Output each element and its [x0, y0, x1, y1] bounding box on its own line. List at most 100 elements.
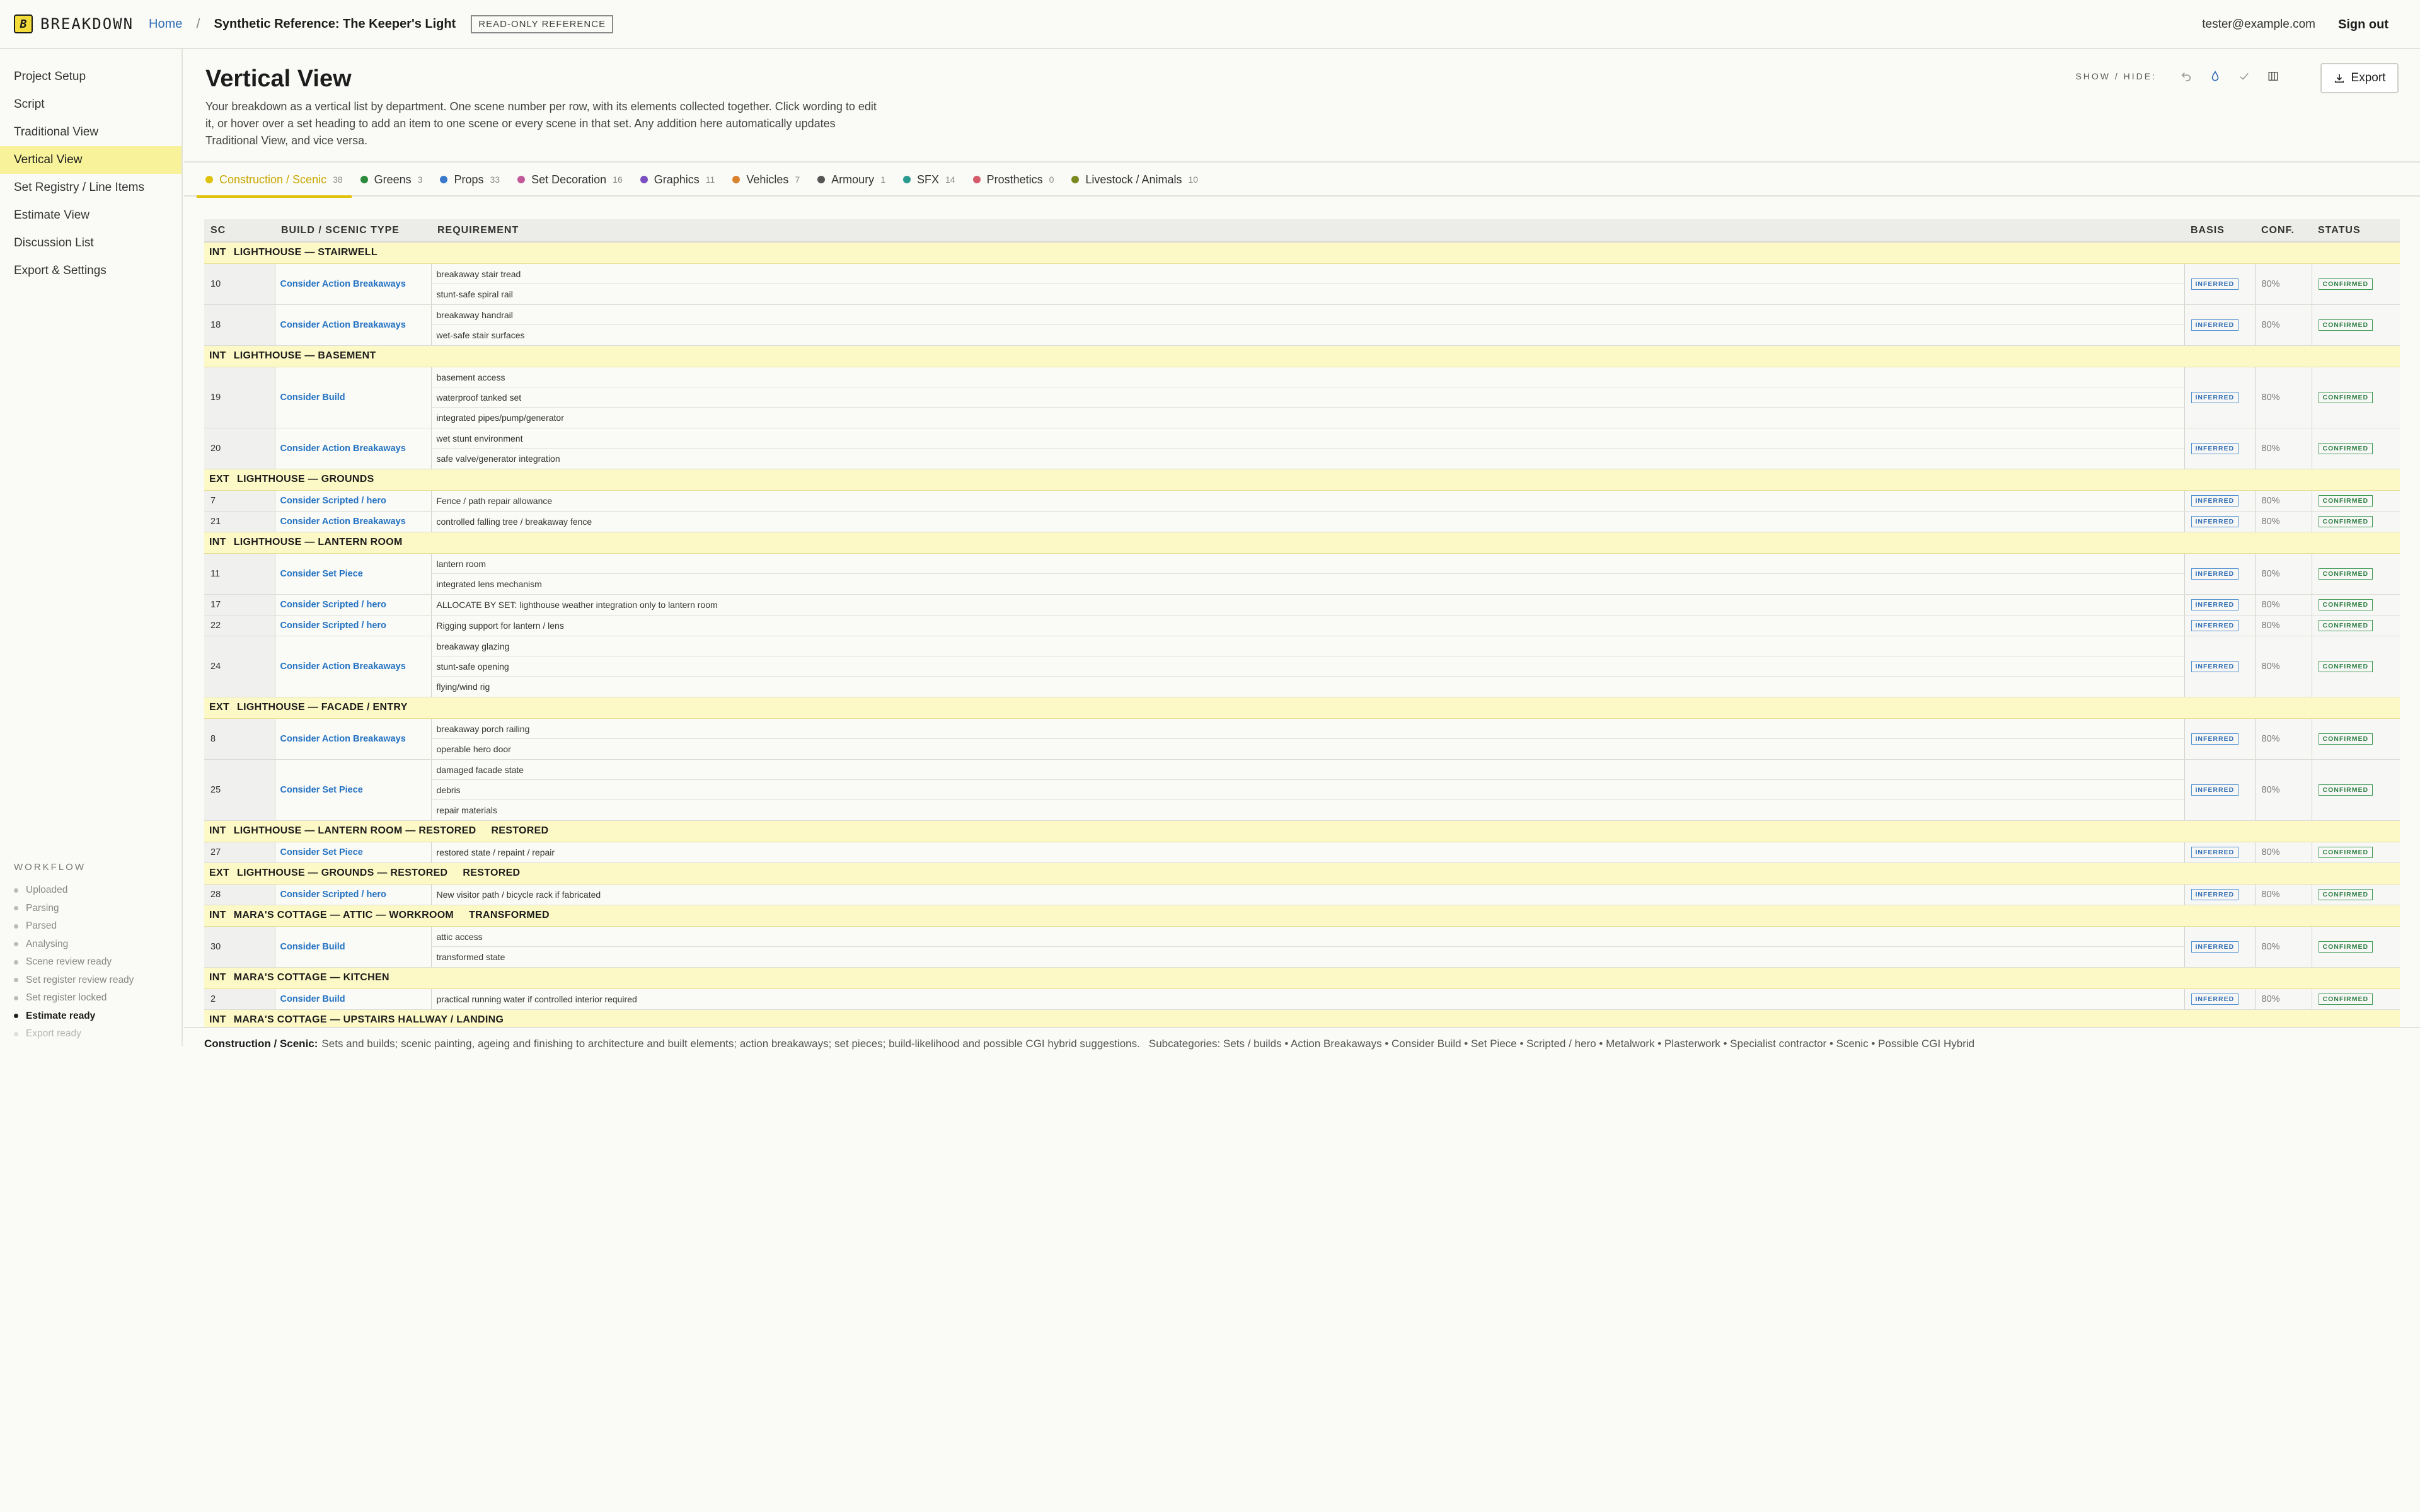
requirement-item[interactable]: stunt-safe opening	[431, 656, 2184, 677]
set-heading-row[interactable]: EXT LIGHTHOUSE — GROUNDS — RESTORED RESTOR…	[204, 862, 2400, 885]
requirement-item[interactable]: breakaway glazing	[431, 636, 2184, 656]
requirement-item[interactable]: waterproof tanked set	[431, 387, 2184, 408]
set-heading[interactable]: INT LIGHTHOUSE — STAIRWELL	[204, 241, 2400, 264]
build-type-link[interactable]: Consider Scripted / hero	[274, 615, 431, 636]
build-type-link[interactable]: Consider Scripted / hero	[274, 884, 431, 905]
tab-armoury[interactable]: Armoury 1	[809, 163, 894, 197]
set-heading[interactable]: EXT LIGHTHOUSE — GROUNDS	[204, 468, 2400, 491]
build-type-link[interactable]: Consider Scripted / hero	[274, 490, 431, 512]
set-heading[interactable]: INT MARA'S COTTAGE — ATTIC — WORKROOM TRAN…	[204, 904, 2400, 927]
status-badge[interactable]: CONFIRMED	[2318, 495, 2373, 507]
tab-construction-scenic[interactable]: Construction / Scenic 38	[197, 163, 352, 198]
status-badge[interactable]: CONFIRMED	[2318, 391, 2373, 403]
status-badge[interactable]: CONFIRMED	[2318, 784, 2373, 796]
status-badge[interactable]: CONFIRMED	[2318, 846, 2373, 858]
app-logo[interactable]: B BREAKDOWN	[14, 14, 134, 33]
requirement-item[interactable]: integrated lens mechanism	[432, 574, 2184, 594]
build-type-link[interactable]: Consider Action Breakaways	[274, 428, 431, 469]
set-heading[interactable]: INT LIGHTHOUSE — BASEMENT	[204, 345, 2400, 367]
set-heading-row[interactable]: EXT LIGHTHOUSE — GROUNDS	[204, 468, 2400, 491]
set-heading-row[interactable]: INT LIGHTHOUSE — STAIRWELL	[204, 241, 2400, 264]
tab-set-decoration[interactable]: Set Decoration 16	[509, 163, 631, 197]
set-heading[interactable]: INT LIGHTHOUSE — LANTERN ROOM	[204, 531, 2400, 554]
column-header-status[interactable]: STATUS	[2312, 219, 2400, 243]
status-badge[interactable]: CONFIRMED	[2318, 515, 2373, 527]
requirement-item[interactable]: wet-safe stair surfaces	[432, 325, 2184, 345]
sidebar-item-export-settings[interactable]: Export & Settings	[0, 257, 182, 285]
requirement-item[interactable]: breakaway stair tread	[431, 264, 2184, 284]
build-type-link[interactable]: Consider Action Breakaways	[274, 263, 431, 305]
requirement-item[interactable]: attic access	[431, 927, 2184, 947]
tab-props[interactable]: Props 33	[431, 163, 509, 197]
status-badge[interactable]: CONFIRMED	[2318, 598, 2373, 610]
requirement-item[interactable]: restored state / repaint / repair	[432, 842, 2184, 862]
requirement-item[interactable]: repair materials	[432, 800, 2184, 820]
build-type-link[interactable]: Consider Action Breakaways	[274, 636, 431, 697]
tab-sfx[interactable]: SFX 14	[894, 163, 964, 197]
undo-icon[interactable]	[2177, 67, 2196, 86]
set-heading[interactable]: INT MARA'S COTTAGE — UPSTAIRS HALLWAY / L…	[204, 1009, 2400, 1027]
column-header-requirement[interactable]: REQUIREMENT	[431, 219, 2184, 243]
requirement-item[interactable]: damaged facade state	[431, 760, 2184, 780]
status-badge[interactable]: CONFIRMED	[2318, 319, 2373, 331]
breadcrumb-home-link[interactable]: Home	[149, 17, 182, 32]
sign-out-button[interactable]: Sign out	[2338, 18, 2388, 32]
check-icon[interactable]	[2235, 67, 2254, 86]
sidebar-item-discussion-list[interactable]: Discussion List	[0, 229, 182, 257]
status-badge[interactable]: CONFIRMED	[2318, 619, 2373, 631]
requirement-item[interactable]: basement access	[431, 367, 2184, 387]
tab-vehicles[interactable]: Vehicles 7	[723, 163, 809, 197]
build-type-link[interactable]: Consider Action Breakaways	[274, 511, 431, 532]
requirement-item[interactable]: New visitor path / bicycle rack if fabri…	[432, 885, 2184, 905]
build-type-link[interactable]: Consider Scripted / hero	[274, 594, 431, 616]
tab-prosthetics[interactable]: Prosthetics 0	[964, 163, 1063, 197]
tab-greens[interactable]: Greens 3	[352, 163, 432, 197]
requirement-item[interactable]: flying/wind rig	[432, 677, 2184, 697]
droplet-icon[interactable]	[2206, 67, 2225, 86]
requirement-item[interactable]: safe valve/generator integration	[432, 449, 2184, 469]
status-badge[interactable]: CONFIRMED	[2318, 660, 2373, 672]
requirement-item[interactable]: Fence / path repair allowance	[432, 491, 2184, 511]
column-header-conf[interactable]: CONF.	[2255, 219, 2312, 243]
build-type-link[interactable]: Consider Action Breakaways	[274, 304, 431, 346]
column-header-basis[interactable]: BASIS	[2184, 219, 2255, 243]
export-button[interactable]: Export	[2320, 63, 2399, 93]
sidebar-item-traditional-view[interactable]: Traditional View	[0, 118, 182, 146]
column-header-type[interactable]: BUILD / SCENIC TYPE	[275, 219, 431, 243]
set-heading-row[interactable]: INT LIGHTHOUSE — LANTERN ROOM — RESTORED R…	[204, 820, 2400, 842]
set-heading-row[interactable]: INT MARA'S COTTAGE — ATTIC — WORKROOM TRAN…	[204, 904, 2400, 927]
set-heading-row[interactable]: EXT LIGHTHOUSE — FACADE / ENTRY	[204, 696, 2400, 719]
requirement-item[interactable]: stunt-safe spiral rail	[432, 284, 2184, 304]
set-heading-row[interactable]: INT LIGHTHOUSE — LANTERN ROOM	[204, 531, 2400, 554]
set-heading[interactable]: INT MARA'S COTTAGE — KITCHEN	[204, 966, 2400, 989]
status-badge[interactable]: CONFIRMED	[2318, 278, 2373, 290]
requirement-item[interactable]: breakaway handrail	[431, 305, 2184, 325]
requirement-item[interactable]: practical running water if controlled in…	[432, 989, 2184, 1009]
requirement-item[interactable]: controlled falling tree / breakaway fenc…	[432, 512, 2184, 532]
set-heading-row[interactable]: INT LIGHTHOUSE — BASEMENT	[204, 345, 2400, 367]
requirement-item[interactable]: integrated pipes/pump/generator	[432, 408, 2184, 428]
sidebar-item-set-registry-line-items[interactable]: Set Registry / Line Items	[0, 174, 182, 202]
status-badge[interactable]: CONFIRMED	[2318, 568, 2373, 580]
status-badge[interactable]: CONFIRMED	[2318, 941, 2373, 953]
requirement-item[interactable]: debris	[431, 780, 2184, 800]
column-header-sc[interactable]: SC	[204, 219, 275, 243]
set-heading[interactable]: EXT LIGHTHOUSE — GROUNDS — RESTORED RESTOR…	[204, 862, 2400, 885]
breakdown-table-container[interactable]: SC BUILD / SCENIC TYPE REQUIREMENT BASIS…	[204, 219, 2400, 1027]
requirement-item[interactable]: Rigging support for lantern / lens	[432, 616, 2184, 636]
build-type-link[interactable]: Consider Build	[274, 926, 431, 968]
build-type-link[interactable]: Consider Build	[274, 367, 431, 428]
status-badge[interactable]: CONFIRMED	[2318, 993, 2373, 1005]
requirement-item[interactable]: ALLOCATE BY SET: lighthouse weather inte…	[432, 595, 2184, 615]
columns-icon[interactable]	[2264, 67, 2283, 86]
tab-livestock-animals[interactable]: Livestock / Animals 10	[1063, 163, 1207, 197]
set-heading-row[interactable]: INT MARA'S COTTAGE — UPSTAIRS HALLWAY / L…	[204, 1009, 2400, 1027]
requirement-item[interactable]: wet stunt environment	[431, 428, 2184, 449]
sidebar-item-script[interactable]: Script	[0, 91, 182, 118]
sidebar-item-estimate-view[interactable]: Estimate View	[0, 202, 182, 229]
build-type-link[interactable]: Consider Set Piece	[274, 553, 431, 595]
set-heading[interactable]: EXT LIGHTHOUSE — FACADE / ENTRY	[204, 696, 2400, 719]
build-type-link[interactable]: Consider Action Breakaways	[274, 718, 431, 760]
requirement-item[interactable]: operable hero door	[432, 739, 2184, 759]
status-badge[interactable]: CONFIRMED	[2318, 442, 2373, 454]
